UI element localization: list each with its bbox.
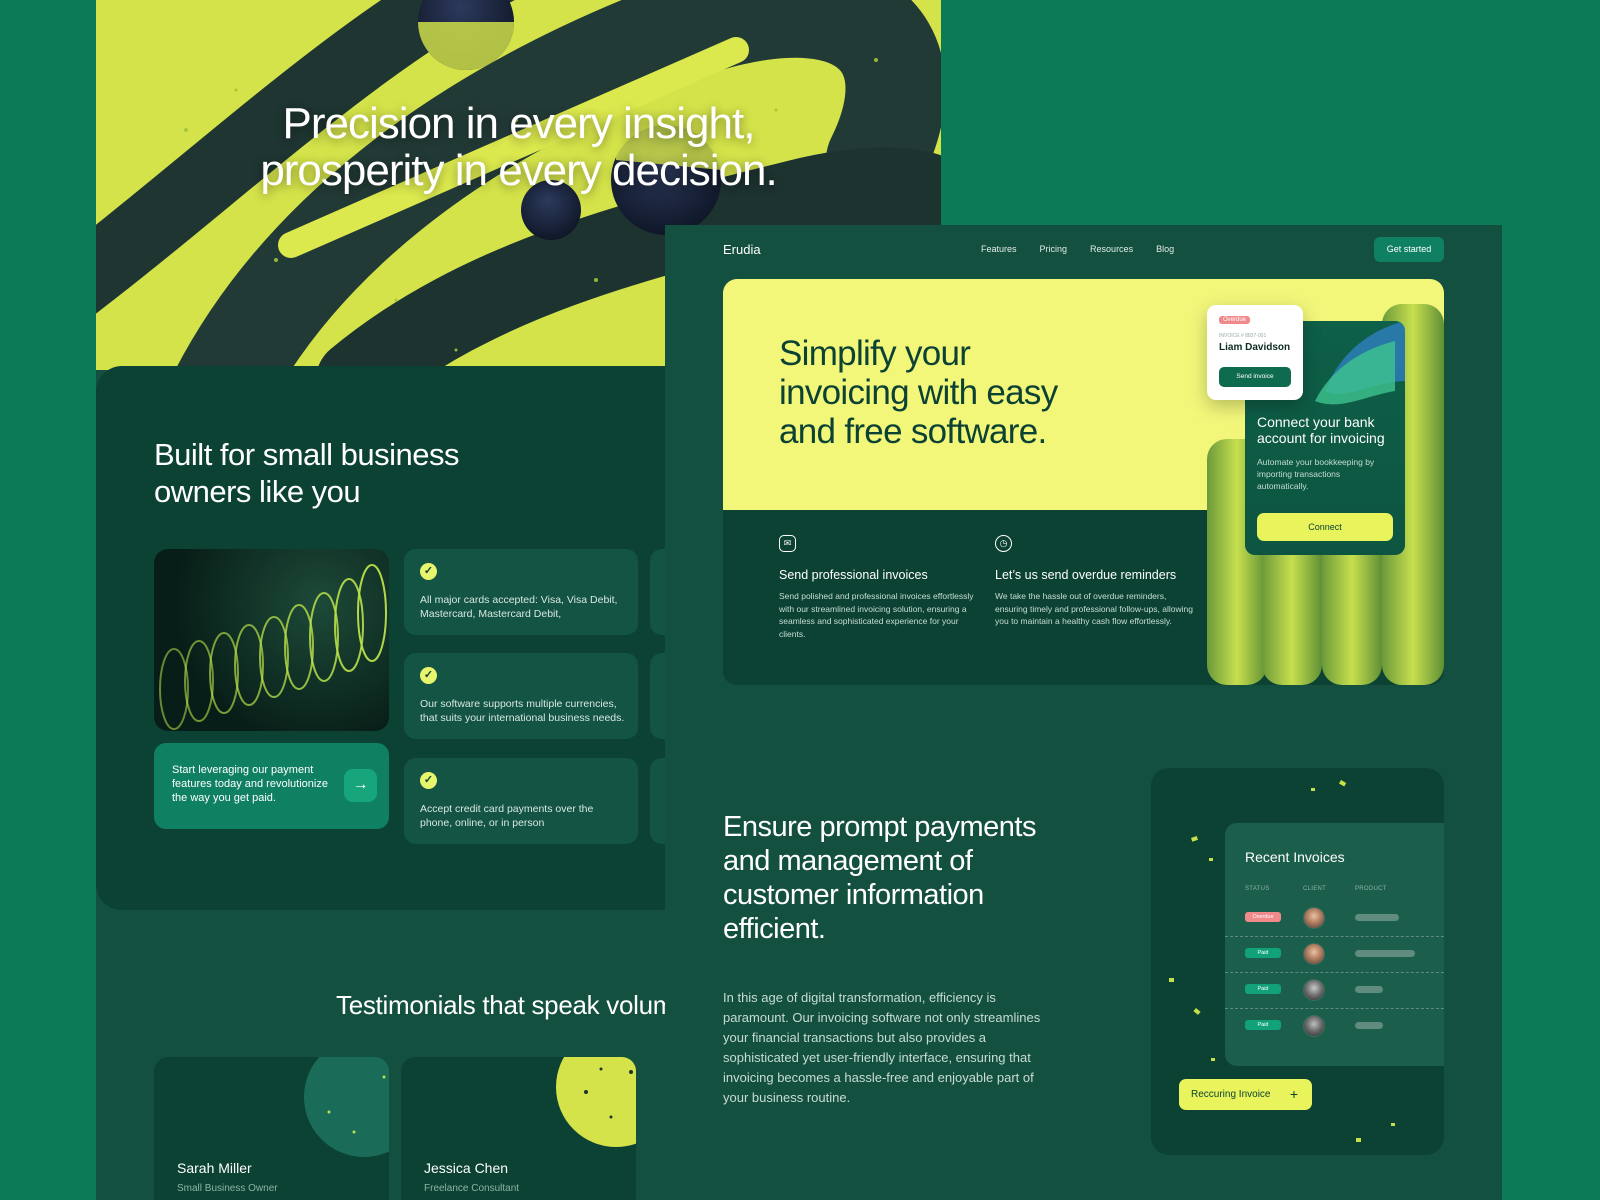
- feature-title: Send professional invoices: [779, 568, 928, 582]
- testimonial-card: Sarah Miller Small Business Owner: [154, 1057, 389, 1200]
- product-bar: [1355, 986, 1383, 993]
- cta-card[interactable]: Start leveraging our payment features to…: [154, 743, 389, 829]
- column-client: CLIENT: [1303, 886, 1327, 892]
- overdue-badge: Overdue: [1219, 316, 1251, 324]
- product-bar: [1355, 914, 1399, 921]
- connect-button[interactable]: Connect: [1257, 513, 1393, 541]
- brand-logo[interactable]: Erudia: [723, 242, 761, 257]
- column-product: PRODUCT: [1355, 886, 1387, 892]
- hero-headline: Precision in every insight, prosperity i…: [260, 99, 777, 195]
- feature-send-invoices: ✉ Send professional invoices Send polish…: [779, 535, 979, 640]
- nav-link-blog[interactable]: Blog: [1156, 244, 1174, 254]
- avatar: [1303, 979, 1325, 1001]
- feature-text: All major cards accepted: Visa, Visa Deb…: [420, 594, 618, 620]
- avatar: [1303, 943, 1325, 965]
- send-invoice-button[interactable]: Send invoice: [1219, 367, 1291, 387]
- nav-link-pricing[interactable]: Pricing: [1040, 244, 1068, 254]
- testimonial-card: Jessica Chen Freelance Consultant: [401, 1057, 636, 1200]
- product-bar: [1355, 950, 1415, 957]
- invoice-number: INVOICE # 8837-001: [1219, 333, 1267, 339]
- table-row[interactable]: Overdue: [1225, 901, 1444, 937]
- get-started-button[interactable]: Get started: [1374, 237, 1444, 262]
- table-row[interactable]: Paid: [1225, 1009, 1444, 1045]
- feature-overdue-reminders: ◷ Let’s us send overdue reminders We tak…: [995, 535, 1195, 628]
- section-body: In this age of digital transformation, e…: [723, 990, 1041, 1105]
- nav-links: Features Pricing Resources Blog: [981, 244, 1174, 254]
- cta-text: Start leveraging our payment features to…: [172, 764, 328, 804]
- bank-card-description: Automate your bookkeeping by importing t…: [1257, 457, 1375, 491]
- recurring-invoice-button[interactable]: Reccuring Invoice +: [1179, 1079, 1312, 1110]
- check-icon: ✓: [420, 667, 437, 684]
- client-name: Liam Davidson: [1219, 342, 1291, 353]
- testimonial-role: Freelance Consultant: [424, 1183, 520, 1194]
- feature-text: Accept credit card payments over the pho…: [420, 803, 594, 829]
- testimonial-name: Sarah Miller: [177, 1160, 252, 1176]
- plus-icon: +: [1289, 1086, 1298, 1102]
- bank-card-title: Connect your bank account for invoicing: [1257, 414, 1385, 446]
- check-icon: ✓: [420, 772, 437, 789]
- arrow-right-icon[interactable]: →: [344, 769, 377, 802]
- invoice-preview-card: Overdue INVOICE # 8837-001 Liam Davidson…: [1207, 305, 1303, 400]
- check-icon: ✓: [420, 563, 437, 580]
- front-page: Erudia Features Pricing Resources Blog G…: [665, 225, 1502, 1200]
- status-badge: Overdue: [1245, 912, 1281, 922]
- spring-illustration: [154, 549, 389, 731]
- testimonial-role: Small Business Owner: [177, 1183, 278, 1194]
- feature-description: We take the hassle out of overdue remind…: [995, 591, 1193, 626]
- hero-card: Simplify your invoicing with easy and fr…: [723, 279, 1444, 685]
- table-row[interactable]: Paid: [1225, 937, 1444, 973]
- feature-text: Our software supports multiple currencie…: [420, 698, 625, 724]
- feature-card: ✓ Accept credit card payments over the p…: [404, 758, 638, 844]
- clock-icon: ◷: [995, 535, 1012, 552]
- recurring-invoice-label: Reccuring Invoice: [1191, 1089, 1271, 1100]
- feature-description: Send polished and professional invoices …: [779, 591, 974, 639]
- feature-card: ✓ Our software supports multiple currenc…: [404, 653, 638, 739]
- section-title: Built for small business owners like you: [154, 437, 460, 509]
- invoice-icon: ✉: [779, 535, 796, 552]
- feature-card: ✓ All major cards accepted: Visa, Visa D…: [404, 549, 638, 635]
- hero-headline: Simplify your invoicing with easy and fr…: [779, 334, 1058, 451]
- nav-link-features[interactable]: Features: [981, 244, 1017, 254]
- column-status: STATUS: [1245, 886, 1270, 892]
- status-badge: Paid: [1245, 948, 1281, 958]
- status-badge: Paid: [1245, 1020, 1281, 1030]
- product-bar: [1355, 1022, 1383, 1029]
- nav-link-resources[interactable]: Resources: [1090, 244, 1133, 254]
- avatar: [1303, 1015, 1325, 1037]
- table-row[interactable]: Paid: [1225, 973, 1444, 1009]
- recent-invoices-panel: Recent Invoices STATUS CLIENT PRODUCT Ov…: [1151, 768, 1444, 1155]
- invoices-title: Recent Invoices: [1245, 849, 1345, 865]
- invoices-table: Recent Invoices STATUS CLIENT PRODUCT Ov…: [1225, 823, 1444, 1066]
- testimonial-name: Jessica Chen: [424, 1160, 509, 1176]
- section-title: Ensure prompt payments and management of…: [723, 811, 1036, 945]
- avatar: [1303, 907, 1325, 929]
- status-badge: Paid: [1245, 984, 1281, 994]
- feature-title: Let’s us send overdue reminders: [995, 568, 1177, 582]
